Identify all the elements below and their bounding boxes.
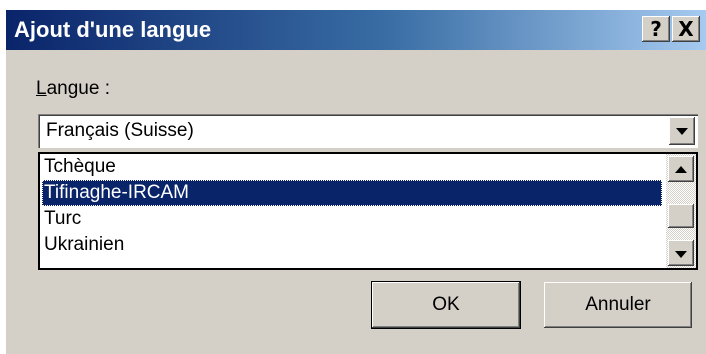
language-dropdown-list[interactable]: Tchèque Tifinaghe-IRCAM Turc Ukrainien xyxy=(38,152,698,270)
help-button[interactable]: ? xyxy=(642,16,670,42)
language-combobox[interactable]: Français (Suisse) xyxy=(38,114,698,148)
chevron-down-icon xyxy=(676,128,688,135)
vertical-scrollbar[interactable] xyxy=(666,154,696,268)
language-label: Langue : xyxy=(36,78,110,100)
language-label-accelerator: L xyxy=(36,78,47,99)
close-button[interactable]: X xyxy=(672,16,700,42)
add-language-dialog: Ajout d'une langue ? X Langue : Français… xyxy=(6,10,706,354)
dialog-title: Ajout d'une langue xyxy=(14,17,212,42)
question-mark-icon: ? xyxy=(650,17,662,41)
list-item-label: Tchèque xyxy=(44,156,116,177)
close-icon: X xyxy=(678,17,694,41)
title-bar[interactable]: Ajout d'une langue ? X xyxy=(6,10,706,50)
language-combobox-value: Français (Suisse) xyxy=(46,120,194,141)
list-item[interactable]: Ukrainien xyxy=(42,232,662,258)
chevron-down-icon xyxy=(675,251,687,258)
list-item-label: Turc xyxy=(44,208,82,229)
list-item-selected[interactable]: Tifinaghe-IRCAM xyxy=(42,180,662,206)
scroll-down-button[interactable] xyxy=(668,240,694,266)
list-item-label: Tifinaghe-IRCAM xyxy=(44,182,190,203)
cancel-button[interactable]: Annuler xyxy=(544,282,692,328)
list-item[interactable]: Turc xyxy=(42,206,662,232)
scrollbar-thumb[interactable] xyxy=(668,204,694,228)
dropdown-button[interactable] xyxy=(669,117,695,145)
language-label-text: angue : xyxy=(46,78,110,99)
list-item-label: Ukrainien xyxy=(44,234,125,255)
list-item[interactable]: Tchèque xyxy=(42,154,662,180)
chevron-up-icon xyxy=(675,166,687,173)
scroll-up-button[interactable] xyxy=(668,156,694,182)
ok-button[interactable]: OK xyxy=(371,281,521,329)
